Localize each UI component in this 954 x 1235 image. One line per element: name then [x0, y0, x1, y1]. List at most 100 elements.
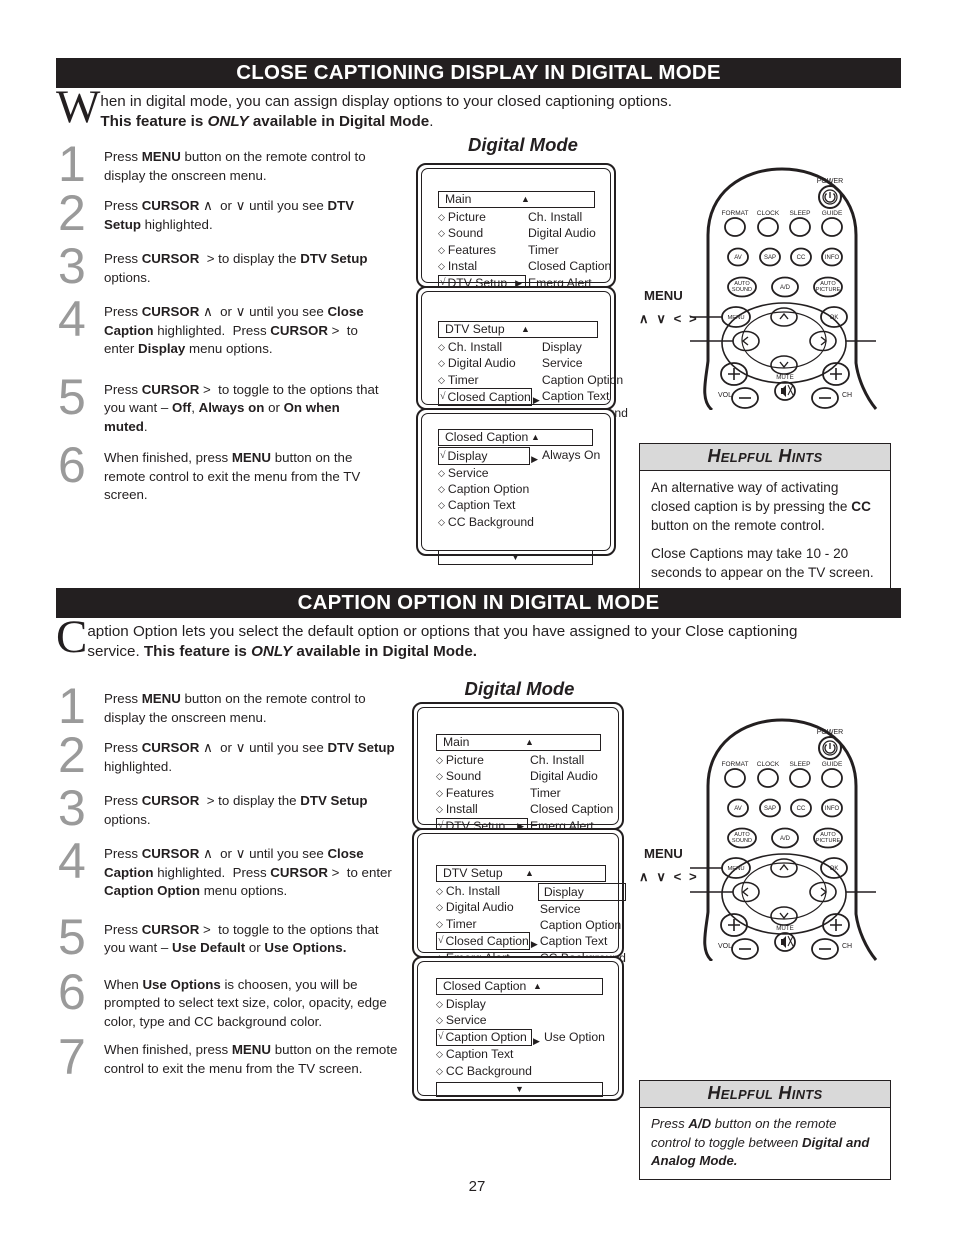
osd-item[interactable]: ◇ Sound [438, 225, 526, 241]
osd-item[interactable]: Display [540, 339, 626, 355]
osd-item[interactable]: ◇ Digital Audio [438, 355, 532, 371]
osd-item[interactable]: ◇ Display [436, 996, 532, 1012]
tv-screen-main-menu: Main ▲ ◇ Picture ◇ Sound ◇ Features ◇ Instal… [416, 163, 616, 293]
osd-item[interactable]: ◇ Service [438, 465, 530, 481]
osd-item[interactable]: Digital Audio [528, 768, 614, 784]
intro2-l2-only: ONLY [251, 643, 293, 660]
triangle-right-icon: ▶ [530, 939, 538, 950]
step-item: 6 When Use Options is choosen, you will … [52, 967, 402, 1032]
svg-text:SAP: SAP [764, 255, 776, 261]
osd-scroll-down-bar[interactable]: ▼ [438, 550, 593, 566]
osd-item-selected[interactable]: √ Caption Option ▶ [436, 1028, 540, 1047]
svg-text:SAP: SAP [764, 806, 776, 812]
osd-scroll-down-bar[interactable]: ▼ [436, 1082, 603, 1098]
diamond-icon: ◇ [438, 261, 445, 272]
osd-item[interactable]: Ch. Install [526, 209, 606, 225]
svg-text:POWER: POWER [817, 729, 843, 736]
osd-item[interactable]: Service [540, 355, 626, 371]
svg-text:AV: AV [734, 255, 742, 261]
step-item: 2 Press CURSOR ∧ or ∨ until you see DTV … [52, 730, 402, 780]
osd-item[interactable]: Always On [540, 447, 610, 463]
helpful-hints-heading: Helpful Hints [640, 1081, 890, 1108]
osd-item[interactable]: ◇ Timer [438, 372, 532, 388]
remote-cursor-callout: ∧ ∨ < > [639, 869, 699, 884]
osd-item[interactable]: ◇ Install [436, 801, 528, 817]
osd-closed-caption: Closed Caption ▲ ◇ Display ◇ Service √ Capt… [436, 978, 621, 1098]
section-1-digital-mode-label: Digital Mode [468, 134, 578, 155]
svg-text:CLOCK: CLOCK [757, 761, 780, 768]
osd-item[interactable]: ◇ CC Background [436, 1063, 532, 1079]
osd-item[interactable]: Service [538, 901, 626, 917]
osd-item-selected[interactable]: √ Display ▶ [438, 447, 538, 465]
step-text: Press MENU button on the remote control … [104, 691, 366, 725]
osd-title-text: DTV Setup [445, 322, 505, 337]
osd-item[interactable]: ◇ Service [436, 1012, 532, 1028]
svg-text:GUIDE: GUIDE [822, 761, 843, 768]
osd-item[interactable]: ◇ Digital Audio [436, 899, 530, 915]
osd-item[interactable]: Ch. Install [528, 752, 614, 768]
osd-item[interactable]: Caption Text [538, 933, 626, 949]
hint-paragraph: An alternative way of activating closed … [651, 480, 871, 533]
osd-item[interactable]: Caption Option [538, 917, 626, 933]
step-item: 3 Press CURSOR > to display the DTV Setu… [52, 783, 402, 833]
hint-paragraph: Close Captions may take 10 - 20 seconds … [651, 546, 874, 580]
osd-item[interactable]: ◇ Ch. Install [436, 883, 530, 899]
osd-item[interactable]: Timer [528, 785, 614, 801]
step-number: 1 [58, 678, 86, 734]
check-icon: √ [440, 449, 446, 461]
triangle-up-icon: ▲ [531, 432, 540, 443]
osd-item[interactable]: Caption Option [540, 372, 626, 388]
section-1-remote-control: POWER FORMAT CLOCK SLEEP GUIDE AV SAP CC… [639, 165, 910, 410]
svg-text:SLEEP: SLEEP [790, 761, 811, 768]
osd-item[interactable]: ◇ Instal [438, 258, 526, 274]
svg-text:OK: OK [830, 866, 839, 872]
osd-item[interactable]: ◇ Caption Text [436, 1046, 532, 1062]
tv-screen-dtv-setup: DTV Setup ▲ ◇ Ch. Install ◇ Digital Audio … [412, 828, 626, 965]
osd-item[interactable]: ◇ Caption Option [438, 481, 530, 497]
osd-item[interactable]: Caption Text [540, 388, 626, 404]
diamond-icon: ◇ [438, 516, 445, 527]
section-1-intro-line-2: This feature is ONLY available in Digita… [61, 112, 906, 132]
intro2-l2c: Digital Mode [382, 643, 473, 660]
osd-item-highlighted[interactable]: Display [537, 883, 626, 901]
osd-item[interactable]: Timer [526, 242, 606, 258]
remote-cursor-callout: ∧ ∨ < > [639, 311, 699, 326]
osd-item[interactable]: Closed Caption [528, 801, 614, 817]
intro1-l2a: This feature is [100, 113, 208, 130]
section-1-intro-line-1: hen in digital mode, you can assign disp… [100, 93, 672, 110]
osd-item[interactable]: ◇ Features [438, 242, 526, 258]
osd-item[interactable]: ◇ Timer [436, 916, 530, 932]
section-2-tv-screens: Main ▲ ◇ Picture ◇ Sound ◇ Features ◇ Instal… [412, 702, 626, 1101]
svg-text:MENU: MENU [727, 866, 744, 872]
osd-item[interactable]: Closed Caption [526, 258, 611, 274]
tv-screen-main-menu: Main ▲ ◇ Picture ◇ Sound ◇ Features ◇ Instal… [412, 702, 624, 836]
osd-item[interactable]: ◇ Picture [436, 752, 528, 768]
osd-item[interactable]: Use Option [542, 1029, 621, 1045]
step-text: When Use Options is choosen, you will be… [104, 976, 387, 1029]
osd-item-selected[interactable]: √ Closed Caption ▶ [438, 388, 540, 406]
svg-text:INFO: INFO [825, 806, 840, 812]
osd-item[interactable]: ◇ Caption Text [438, 497, 530, 513]
intro2-l2b: available in [292, 643, 383, 660]
osd-item[interactable]: ◇ Ch. Install [438, 339, 532, 355]
step-text: Press CURSOR > to toggle to the options … [104, 381, 379, 434]
step-text: When finished, press MENU button on the … [104, 1042, 398, 1076]
page-number: 27 [468, 1178, 486, 1195]
triangle-down-icon: ▼ [515, 1084, 524, 1095]
osd-item[interactable]: ◇ CC Background [438, 514, 534, 530]
osd-item[interactable]: ◇ Sound [436, 768, 528, 784]
osd-item-selected[interactable]: √ Closed Caption ▶ [436, 932, 538, 950]
step-item: 5 Press CURSOR > to toggle to the option… [52, 372, 387, 437]
osd-item[interactable]: Digital Audio [526, 225, 606, 241]
svg-text:A/D: A/D [780, 836, 791, 842]
osd-title-text: Closed Caption [443, 979, 527, 994]
step-number: 1 [58, 136, 86, 192]
osd-item[interactable]: ◇ Features [436, 785, 528, 801]
osd-item[interactable]: ◇ Picture [438, 209, 526, 225]
osd-dtv-setup: DTV Setup ▲ ◇ Ch. Install ◇ Digital Audio … [436, 865, 626, 966]
step-text: Press CURSOR ∧ or ∨ until you see Close … [104, 304, 364, 356]
svg-text:VOL: VOL [718, 943, 732, 950]
check-icon: √ [438, 1031, 444, 1043]
section-1-helpful-hints: Helpful Hints An alternative way of acti… [639, 443, 891, 591]
diamond-icon: ◇ [438, 483, 445, 494]
